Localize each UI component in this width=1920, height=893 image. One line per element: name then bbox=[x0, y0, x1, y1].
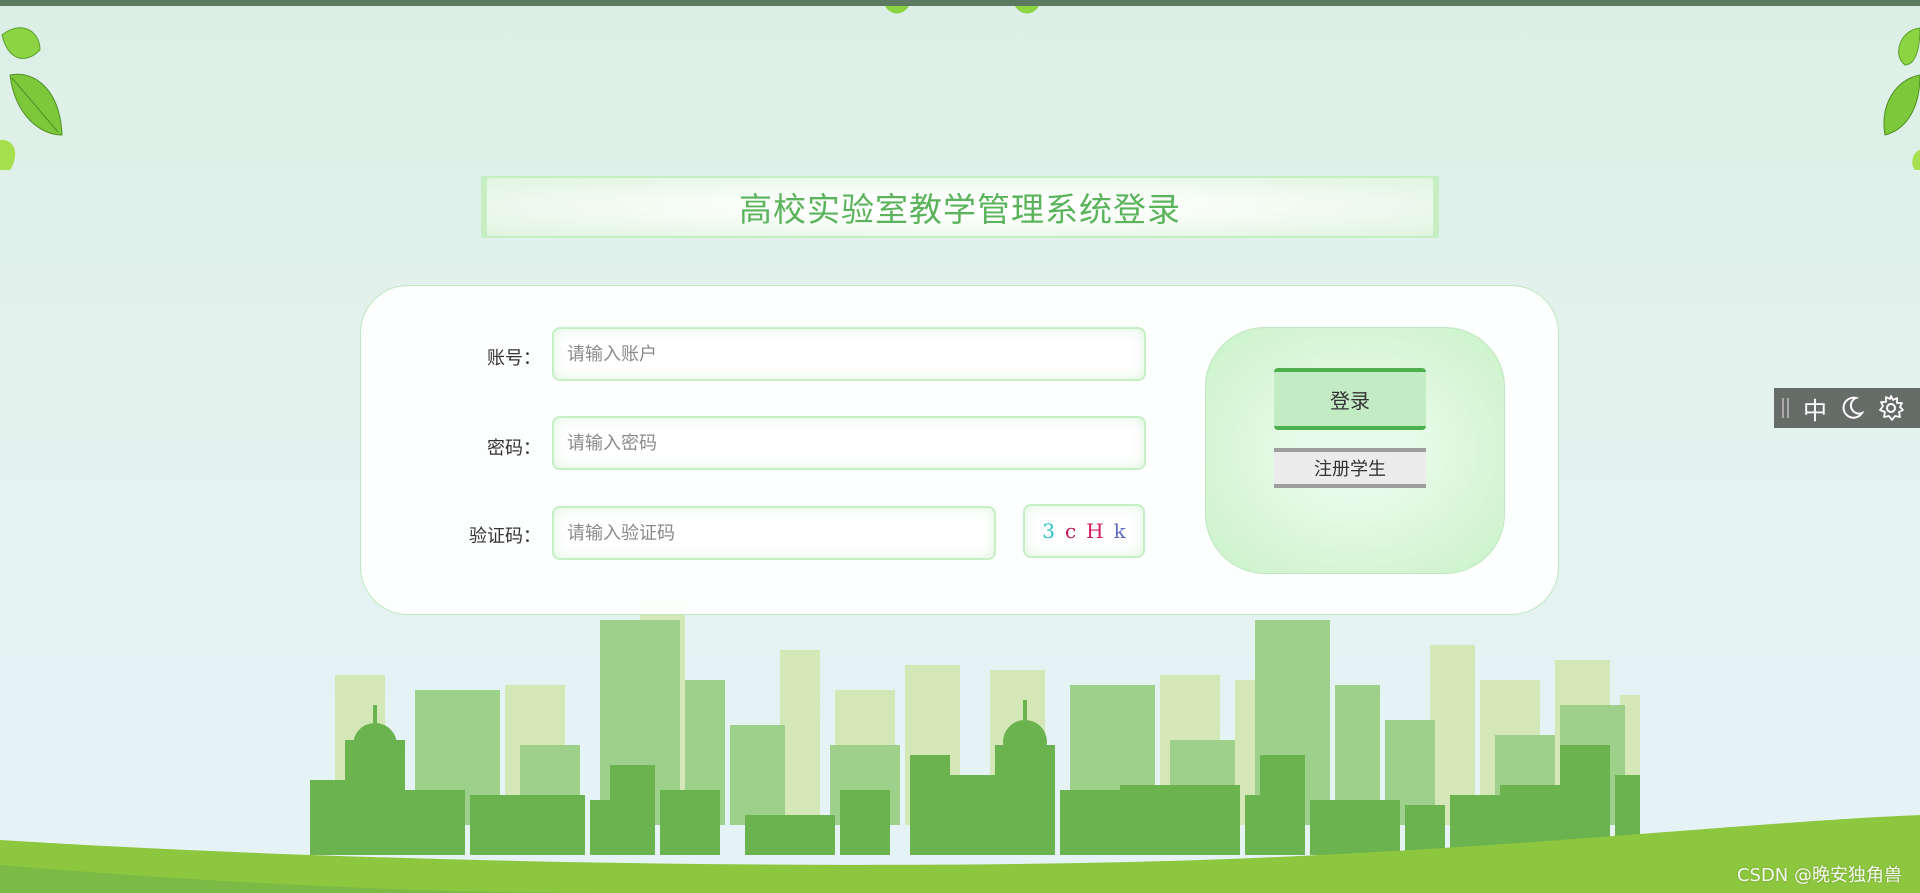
ime-toolbar: 中 bbox=[1774, 388, 1920, 428]
account-label: 账号： bbox=[487, 348, 541, 369]
account-input[interactable] bbox=[552, 327, 1146, 381]
moon-icon[interactable] bbox=[1839, 395, 1865, 421]
ime-language-toggle[interactable]: 中 bbox=[1803, 391, 1827, 426]
gear-icon[interactable] bbox=[1877, 394, 1905, 422]
leaves-top-right-decoration bbox=[1883, 27, 1920, 170]
captcha-char: H bbox=[1086, 519, 1104, 543]
page-title-banner: 高校实验室教学管理系统登录 bbox=[481, 176, 1439, 238]
password-input[interactable] bbox=[552, 416, 1146, 470]
watermark: CSDN @晚安独角兽 bbox=[1736, 865, 1902, 886]
captcha-label: 验证码： bbox=[469, 526, 541, 547]
password-label: 密码： bbox=[487, 438, 541, 459]
captcha-char: 3 bbox=[1042, 519, 1055, 543]
captcha-input[interactable] bbox=[552, 506, 996, 560]
captcha-char: c bbox=[1064, 519, 1077, 543]
button-area: 登录 注册学生 bbox=[1205, 327, 1505, 574]
captcha-char: k bbox=[1113, 519, 1126, 543]
leaves-top-center-decoration bbox=[885, 6, 1039, 14]
captcha-image[interactable]: 3 c H k bbox=[1023, 504, 1145, 558]
login-panel: 账号： 密码： 验证码： 3 c H k 登录 注册学生 bbox=[360, 285, 1559, 615]
page-title: 高校实验室教学管理系统登录 bbox=[739, 190, 1181, 229]
drag-handle-icon[interactable] bbox=[1782, 398, 1789, 418]
leaves-top-left-decoration bbox=[0, 27, 63, 170]
register-student-button[interactable]: 注册学生 bbox=[1274, 448, 1426, 488]
login-button[interactable]: 登录 bbox=[1274, 368, 1426, 430]
